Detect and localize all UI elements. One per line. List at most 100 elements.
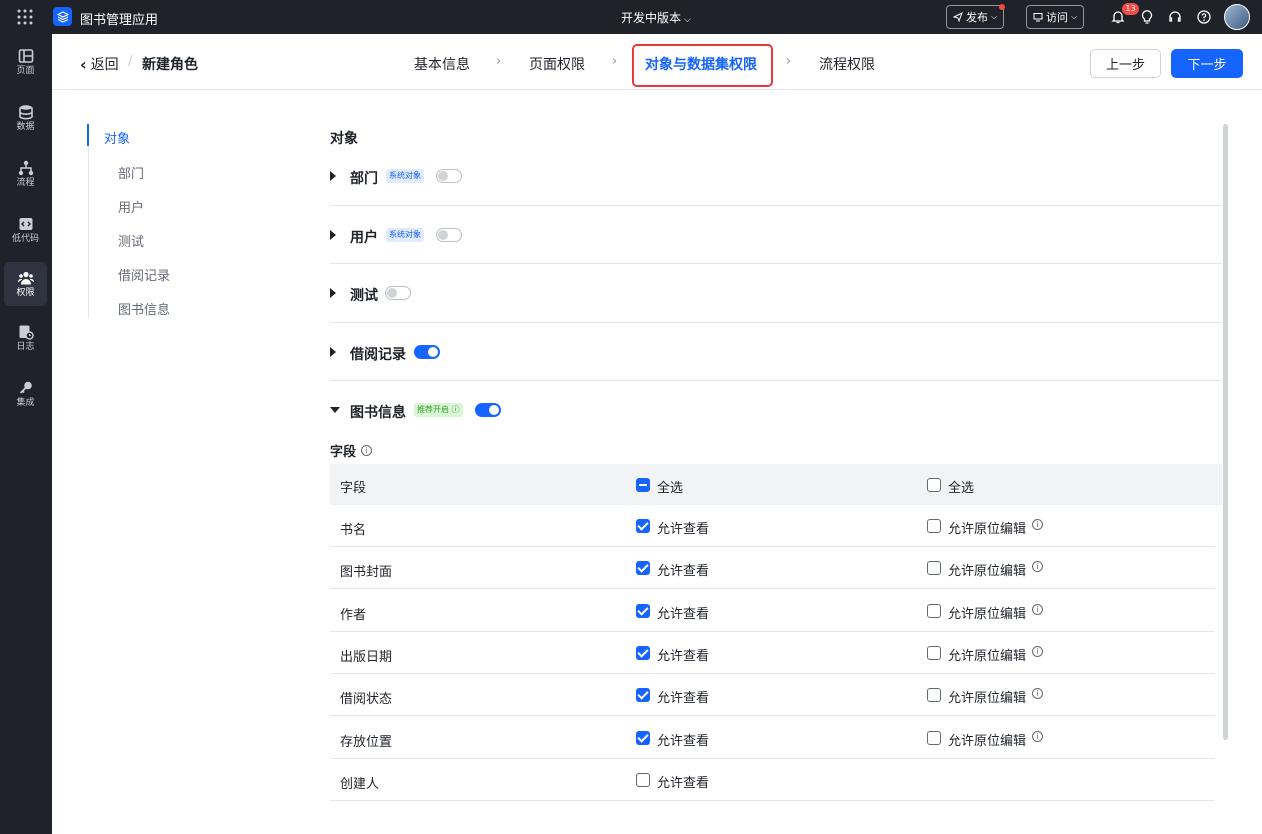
sidebar-item-flow[interactable]: 流程	[4, 152, 47, 196]
user-avatar[interactable]	[1224, 4, 1250, 30]
step-basic-info[interactable]: 基本信息	[414, 54, 470, 74]
edit-label: 允许原位编辑	[948, 691, 1027, 706]
help-icon[interactable]	[1196, 9, 1212, 25]
version-selector[interactable]: 开发中版本 ⌵	[621, 9, 691, 26]
sidebar-item-logs[interactable]: 日志	[4, 316, 47, 360]
expand-caret-icon[interactable]	[330, 288, 336, 298]
content-scrollbar[interactable]	[1223, 124, 1228, 740]
edit-label: 允许原位编辑	[948, 734, 1027, 749]
view-checkbox[interactable]	[636, 519, 650, 533]
select-all-view-checkbox[interactable]	[636, 478, 650, 492]
anchor-nav-track	[88, 124, 89, 318]
expand-caret-icon[interactable]	[330, 171, 336, 181]
table-row: 书名 允许查看 允许原位编辑 i	[330, 505, 1215, 547]
view-checkbox[interactable]	[636, 561, 650, 575]
system-object-tag: 系统对象	[386, 228, 424, 242]
anchor-item-test[interactable]: 测试	[118, 231, 144, 250]
object-toggle[interactable]	[414, 345, 440, 359]
sidebar-item-label: 集成	[16, 397, 35, 408]
table-row: 存放位置 允许查看 允许原位编辑 i	[330, 717, 1215, 759]
sidebar-item-label: 低代码	[11, 233, 39, 244]
step-flow-permissions[interactable]: 流程权限	[819, 54, 875, 74]
view-checkbox[interactable]	[636, 646, 650, 660]
object-name: 图书信息	[350, 405, 406, 421]
edit-label: 允许原位编辑	[948, 522, 1027, 537]
sidebar-item-lowcode[interactable]: 低代码	[4, 208, 47, 252]
info-icon[interactable]: i	[1032, 519, 1043, 530]
info-icon[interactable]: i	[1032, 561, 1043, 572]
edit-checkbox[interactable]	[927, 731, 941, 745]
object-toggle[interactable]	[475, 403, 501, 417]
sidebar-item-permissions[interactable]: 权限	[4, 262, 47, 306]
view-checkbox[interactable]	[636, 604, 650, 618]
view-checkbox[interactable]	[636, 688, 650, 702]
sidebar-item-integration[interactable]: 集成	[4, 372, 47, 416]
top-bar: 图书管理应用 开发中版本 ⌵ 发布 ⌵ 访问 ⌵ 13	[0, 0, 1262, 34]
anchor-item-objects[interactable]: 对象	[104, 128, 130, 147]
object-name: 部门	[350, 171, 378, 187]
edit-checkbox[interactable]	[927, 604, 941, 618]
view-checkbox[interactable]	[636, 731, 650, 745]
info-icon[interactable]: i	[1032, 604, 1043, 615]
anchor-item-user[interactable]: 用户	[118, 197, 144, 216]
field-name: 出版日期	[340, 650, 393, 665]
prev-step-button[interactable]: 上一步	[1090, 49, 1161, 78]
table-row: 图书封面 允许查看 允许原位编辑 i	[330, 547, 1215, 589]
divider	[330, 205, 1222, 206]
column-header-field: 字段	[340, 481, 367, 496]
info-icon[interactable]: i	[1032, 688, 1043, 699]
object-name: 用户	[350, 230, 378, 246]
select-all-edit-label: 全选	[948, 481, 975, 496]
lightbulb-icon[interactable]	[1139, 9, 1155, 25]
object-toggle[interactable]	[436, 169, 462, 183]
back-button[interactable]: ‹ 返回	[80, 54, 119, 74]
expand-caret-icon[interactable]	[330, 347, 336, 357]
chevron-down-icon: ⌵	[684, 15, 691, 25]
anchor-item-department[interactable]: 部门	[118, 163, 144, 182]
visit-button[interactable]: 访问 ⌵	[1026, 5, 1085, 29]
users-icon	[17, 271, 34, 284]
select-all-edit-checkbox[interactable]	[927, 478, 941, 492]
edit-checkbox[interactable]	[927, 646, 941, 660]
object-toggle[interactable]	[436, 228, 462, 242]
step-object-dataset-permissions[interactable]: 对象与数据集权限	[645, 54, 757, 74]
sidebar-item-label: 日志	[16, 341, 35, 352]
chevron-left-icon: ‹	[80, 54, 87, 74]
edit-checkbox[interactable]	[927, 561, 941, 575]
chevron-down-icon: ⌵	[1071, 12, 1078, 21]
info-icon[interactable]: i	[361, 445, 373, 456]
next-step-button[interactable]: 下一步	[1171, 49, 1243, 78]
sidebar-item-label: 流程	[16, 177, 35, 188]
info-icon[interactable]: i	[1032, 731, 1043, 742]
step-page-permissions[interactable]: 页面权限	[529, 54, 585, 74]
sidebar-item-pages[interactable]: 页面	[4, 40, 47, 84]
edit-checkbox[interactable]	[927, 688, 941, 702]
app-grid-icon[interactable]	[16, 8, 34, 26]
anchor-item-book-info[interactable]: 图书信息	[118, 299, 170, 318]
breadcrumb-separator: /	[128, 54, 133, 69]
content-clip	[330, 814, 1222, 834]
sidebar-item-data[interactable]: 数据	[4, 96, 47, 140]
view-label: 允许查看	[657, 522, 710, 537]
view-checkbox[interactable]	[636, 773, 650, 787]
chevron-right-icon: ›	[786, 54, 792, 69]
edit-checkbox[interactable]	[927, 519, 941, 533]
object-row-user: 用户 系统对象	[330, 226, 1222, 284]
divider	[330, 380, 1222, 381]
view-label: 允许查看	[657, 734, 710, 749]
info-icon[interactable]: i	[1032, 646, 1043, 657]
object-name: 测试	[350, 288, 378, 304]
anchor-item-borrow-records[interactable]: 借阅记录	[118, 265, 170, 284]
object-toggle[interactable]	[385, 286, 411, 300]
key-icon	[19, 381, 32, 394]
edit-label: 允许原位编辑	[948, 564, 1027, 579]
publish-button[interactable]: 发布 ⌵	[946, 4, 1006, 29]
headset-icon[interactable]	[1167, 9, 1183, 25]
chevron-right-icon: ›	[612, 54, 618, 69]
page-title: 新建角色	[142, 57, 198, 73]
monitor-icon	[1033, 13, 1043, 22]
object-row-department: 部门 系统对象	[330, 167, 1222, 225]
collapse-caret-icon[interactable]	[330, 407, 340, 413]
edit-label: 允许原位编辑	[948, 607, 1027, 622]
expand-caret-icon[interactable]	[330, 230, 336, 240]
